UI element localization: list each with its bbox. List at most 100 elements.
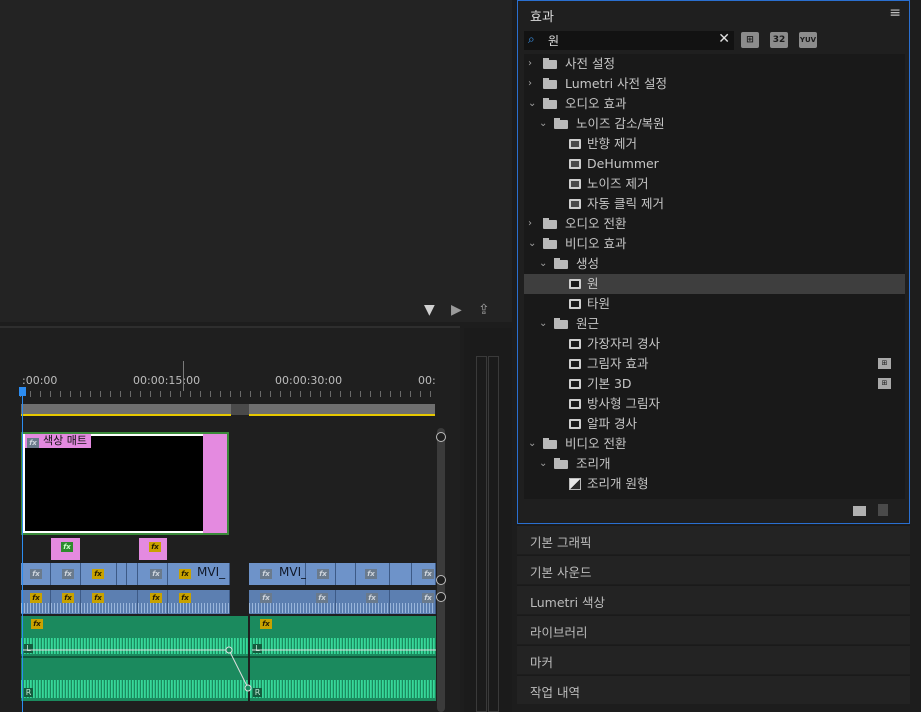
panel-label: 마커 xyxy=(530,655,554,670)
effects-tree-item[interactable]: ⌄ 노이즈 감소/복원 xyxy=(524,114,905,134)
effects-tree-item[interactable]: DeHummer xyxy=(524,154,905,174)
folder-icon xyxy=(554,318,568,329)
panel-tab-markers[interactable]: 마커 xyxy=(517,645,910,674)
accelerated-badge-icon: ⊞ xyxy=(878,358,891,369)
effects-tree-item[interactable]: 기본 3D ⊞ xyxy=(524,374,905,394)
effects-tree-item[interactable]: ⌄ 조리개 xyxy=(524,454,905,474)
meter-channel xyxy=(488,356,499,712)
effects-tree-item[interactable]: ⌄ 원근 xyxy=(524,314,905,334)
effects-tree-item[interactable]: ⌄ 오디오 효과 xyxy=(524,94,905,114)
effects-tree-item[interactable]: › 오디오 전환 xyxy=(524,214,905,234)
playhead-line[interactable] xyxy=(22,396,23,712)
panel-label: 기본 그래픽 xyxy=(530,535,592,550)
panel-tab-libraries[interactable]: 라이브러리 xyxy=(517,615,910,644)
tree-item-label: 원근 xyxy=(576,316,600,331)
panel-tab-essential-sound[interactable]: 기본 사운드 xyxy=(517,555,910,584)
timeline-panel[interactable]: :00:00 00:00:15:00 00:00:30:00 00: fx 색상 … xyxy=(0,328,460,712)
search-icon: ⌕ xyxy=(528,32,535,46)
chevron-down-icon[interactable]: ⌄ xyxy=(528,434,536,454)
chevron-right-icon[interactable]: › xyxy=(528,54,532,74)
effects-tree-item[interactable]: 반향 제거 xyxy=(524,134,905,154)
chevron-down-icon[interactable]: ⌄ xyxy=(539,254,547,274)
chevron-right-icon[interactable]: › xyxy=(528,74,532,94)
audio-effect-icon xyxy=(569,199,581,209)
32bit-effects-icon[interactable]: 32 xyxy=(770,32,788,48)
clear-search-icon[interactable]: ✕ xyxy=(718,31,730,47)
panel-tab-essential-graphics[interactable]: 기본 그래픽 xyxy=(517,525,910,554)
yuv-effects-icon[interactable]: YUV xyxy=(799,32,817,48)
tree-item-label: 자동 클릭 제거 xyxy=(587,196,664,211)
program-monitor xyxy=(0,0,512,322)
tree-item-label: 원 xyxy=(587,276,599,291)
effects-tree-item[interactable]: › 사전 설정 xyxy=(524,54,905,74)
vertical-scrollbar[interactable] xyxy=(437,428,445,712)
chevron-right-icon[interactable]: › xyxy=(528,214,532,234)
audio-effect-icon xyxy=(569,139,581,149)
folder-icon xyxy=(543,218,557,229)
volume-keyframe-line[interactable] xyxy=(0,328,460,712)
panel-title[interactable]: 효과 xyxy=(530,6,554,25)
delete-icon[interactable] xyxy=(878,504,888,516)
effects-tree-item[interactable]: 원 xyxy=(524,274,905,294)
effects-tree-item[interactable]: ⌄ 생성 xyxy=(524,254,905,274)
tree-item-label: 사전 설정 xyxy=(565,56,615,71)
tree-item-label: 조리개 원형 xyxy=(587,476,649,491)
video-effect-icon xyxy=(569,399,581,409)
effects-tree-item[interactable]: 자동 클릭 제거 xyxy=(524,194,905,214)
chevron-down-icon[interactable]: ⌄ xyxy=(528,94,536,114)
panel-tab-history[interactable]: 작업 내역 xyxy=(517,675,910,704)
panel-tab-lumetri-color[interactable]: Lumetri 색상 xyxy=(517,585,910,614)
effects-tree-item[interactable]: 알파 경사 xyxy=(524,414,905,434)
panel-label: Lumetri 색상 xyxy=(530,595,606,610)
tree-item-label: 노이즈 제거 xyxy=(587,176,649,191)
tree-item-label: 가장자리 경사 xyxy=(587,336,660,351)
video-effect-icon xyxy=(569,299,581,309)
folder-icon xyxy=(543,98,557,109)
tree-item-label: 알파 경사 xyxy=(587,416,637,431)
chevron-down-icon[interactable]: ⌄ xyxy=(539,114,547,134)
effects-tree-item[interactable]: › Lumetri 사전 설정 xyxy=(524,74,905,94)
chevron-down-icon[interactable]: ⌄ xyxy=(528,234,536,254)
zoom-handle[interactable] xyxy=(436,432,446,442)
zoom-handle[interactable] xyxy=(436,592,446,602)
tree-item-label: 오디오 효과 xyxy=(565,96,627,111)
tree-item-label: 그림자 효과 xyxy=(587,356,649,371)
playhead-handle[interactable] xyxy=(19,387,26,396)
effects-tree-item[interactable]: 가장자리 경사 xyxy=(524,334,905,354)
audio-meter xyxy=(464,328,512,712)
panel-label: 작업 내역 xyxy=(530,685,580,700)
effects-tree-item[interactable]: 방사형 그림자 xyxy=(524,394,905,414)
tree-item-label: 반향 제거 xyxy=(587,136,637,151)
filter-icon[interactable]: ▼ xyxy=(424,302,435,318)
video-effect-icon xyxy=(569,419,581,429)
new-bin-icon[interactable] xyxy=(853,506,866,516)
video-effect-icon xyxy=(569,379,581,389)
export-frame-icon[interactable]: ⇪ xyxy=(478,302,490,318)
accelerated-effects-icon[interactable]: ⊞ xyxy=(741,32,759,48)
insert-icon[interactable]: ▶ xyxy=(451,302,462,318)
folder-icon xyxy=(543,238,557,249)
tree-item-label: DeHummer xyxy=(587,156,659,171)
effects-tree-item[interactable]: 타원 xyxy=(524,294,905,314)
effects-tree-item[interactable]: 조리개 원형 xyxy=(524,474,905,494)
tree-item-label: 조리개 xyxy=(576,456,611,471)
effects-tree-item[interactable]: ⌄ 비디오 효과 xyxy=(524,234,905,254)
effects-tree-item[interactable]: 그림자 효과 ⊞ xyxy=(524,354,905,374)
effects-tree-item[interactable]: 노이즈 제거 xyxy=(524,174,905,194)
effects-tree-item[interactable]: ⌄ 비디오 전환 xyxy=(524,434,905,454)
panel-menu-icon[interactable]: ≡ xyxy=(889,5,901,21)
effects-tree[interactable]: › 사전 설정 › Lumetri 사전 설정 ⌄ 오디오 효과 ⌄ 노이즈 감소/복원반향 … xyxy=(524,54,905,499)
tree-item-label: 방사형 그림자 xyxy=(587,396,660,411)
folder-icon xyxy=(554,118,568,129)
meter-channel xyxy=(476,356,487,712)
search-box[interactable]: ⌕ ✕ xyxy=(524,31,734,50)
accelerated-badge-icon: ⊞ xyxy=(878,378,891,389)
audio-effect-icon xyxy=(569,179,581,189)
tree-item-label: Lumetri 사전 설정 xyxy=(565,76,667,91)
chevron-down-icon[interactable]: ⌄ xyxy=(539,454,547,474)
chevron-down-icon[interactable]: ⌄ xyxy=(539,314,547,334)
search-input[interactable] xyxy=(548,31,708,50)
effects-panel: 효과 ≡ ⌕ ✕ ⊞ 32 YUV › 사전 설정 › Lumetri 사전 설정 ⌄ 오… xyxy=(517,0,910,524)
panel-label: 라이브러리 xyxy=(530,625,588,640)
zoom-handle[interactable] xyxy=(436,575,446,585)
